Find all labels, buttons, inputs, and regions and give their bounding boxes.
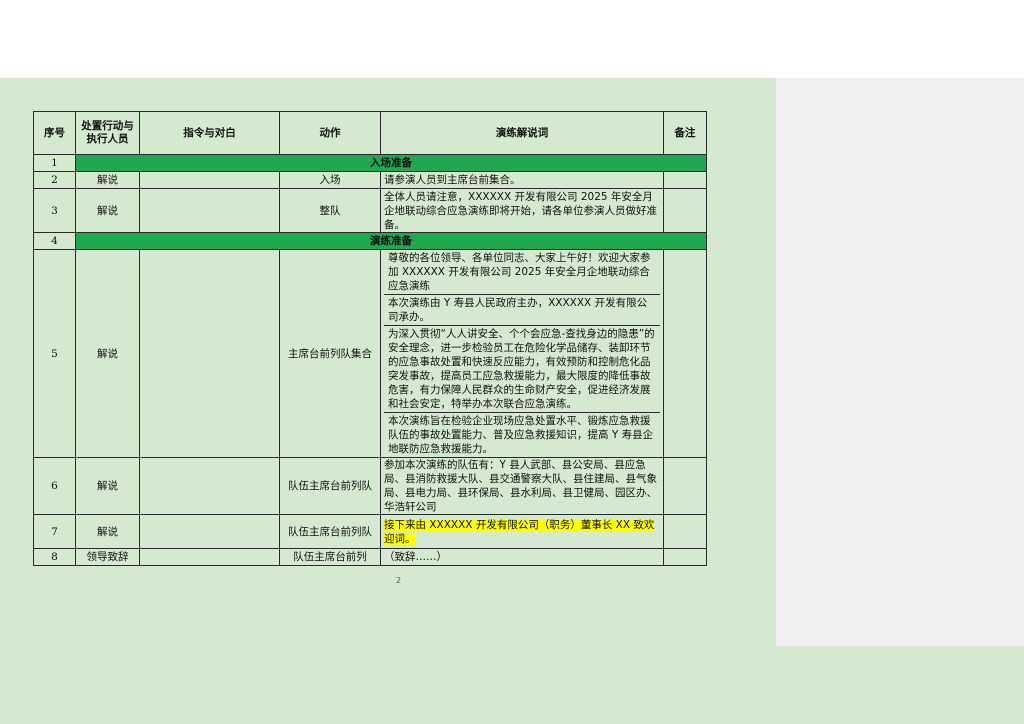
commentary-cell: （致辞……） [380, 548, 664, 566]
command-cell [139, 514, 280, 549]
table-row: 1 入场准备 [33, 154, 707, 172]
actor-cell: 解说 [75, 249, 140, 458]
highlighted-text: 接下来由 XXXXXX 开发有限公司（职务）董事长 XX 致欢迎词。 [384, 518, 655, 545]
action-cell: 队伍主席台前列队 [279, 457, 381, 515]
header-seq: 序号 [33, 111, 76, 155]
header-actor: 处置行动与执行人员 [75, 111, 140, 155]
section-title: 入场准备 [75, 154, 707, 172]
command-cell [139, 548, 280, 566]
seq-cell: 4 [33, 232, 76, 250]
drill-script-table: 序号 处置行动与执行人员 指令与对白 动作 演练解说词 备注 1 入场准备 2 … [33, 111, 707, 566]
seq-cell: 6 [33, 457, 76, 515]
command-cell [139, 171, 280, 189]
header-commentary: 演练解说词 [380, 111, 664, 155]
actor-cell: 解说 [75, 514, 140, 549]
actor-cell: 解说 [75, 457, 140, 515]
action-cell: 队伍主席台前列 [279, 548, 381, 566]
table-row: 2 解说 入场 请参演人员到主席台前集合。 [33, 171, 707, 189]
commentary-paragraph: 为深入贯彻“人人讲安全、个个会应急-查找身边的隐患”的安全理念，进一步检验员工在… [384, 326, 660, 413]
seq-cell: 1 [33, 154, 76, 172]
command-cell [139, 457, 280, 515]
header-command: 指令与对白 [139, 111, 280, 155]
header-remark: 备注 [663, 111, 707, 155]
side-panel [776, 78, 1024, 646]
table-row: 7 解说 队伍主席台前列队 接下来由 XXXXXX 开发有限公司（职务）董事长 … [33, 514, 707, 549]
seq-cell: 3 [33, 188, 76, 233]
remark-cell [663, 514, 707, 549]
seq-cell: 2 [33, 171, 76, 189]
table-row: 5 解说 主席台前列队集合 尊敬的各位领导、各单位同志、大家上午好！欢迎大家参加… [33, 249, 707, 458]
table-row: 4 演练准备 [33, 232, 707, 250]
table-header-row: 序号 处置行动与执行人员 指令与对白 动作 演练解说词 备注 [33, 111, 707, 155]
remark-cell [663, 548, 707, 566]
remark-cell [663, 188, 707, 233]
header-action: 动作 [279, 111, 381, 155]
commentary-cell: 全体人员请注意，XXXXXX 开发有限公司 2025 年安全月企地联动综合应急演… [380, 188, 664, 233]
table-row: 8 领导致辞 队伍主席台前列 （致辞……） [33, 548, 707, 566]
seq-cell: 5 [33, 249, 76, 458]
actor-cell: 解说 [75, 171, 140, 189]
document-page: 序号 处置行动与执行人员 指令与对白 动作 演练解说词 备注 1 入场准备 2 … [0, 78, 776, 646]
remark-cell [663, 249, 707, 458]
actor-cell: 领导致辞 [75, 548, 140, 566]
commentary-cell: 尊敬的各位领导、各单位同志、大家上午好！欢迎大家参加 XXXXXX 开发有限公司… [380, 249, 664, 458]
action-cell: 入场 [279, 171, 381, 189]
action-cell: 整队 [279, 188, 381, 233]
seq-cell: 8 [33, 548, 76, 566]
action-cell: 主席台前列队集合 [279, 249, 381, 458]
commentary-cell: 参加本次演练的队伍有：Y 县人武部、县公安局、县应急局、县消防救援大队、县交通警… [380, 457, 664, 515]
commentary-cell: 请参演人员到主席台前集合。 [380, 171, 664, 189]
commentary-paragraph: 尊敬的各位领导、各单位同志、大家上午好！欢迎大家参加 XXXXXX 开发有限公司… [384, 251, 660, 295]
seq-cell: 7 [33, 514, 76, 549]
document-canvas: 序号 处置行动与执行人员 指令与对白 动作 演练解说词 备注 1 入场准备 2 … [0, 78, 1024, 724]
table-row: 6 解说 队伍主席台前列队 参加本次演练的队伍有：Y 县人武部、县公安局、县应急… [33, 457, 707, 515]
section-title: 演练准备 [75, 232, 707, 250]
action-cell: 队伍主席台前列队 [279, 514, 381, 549]
commentary-cell: 接下来由 XXXXXX 开发有限公司（职务）董事长 XX 致欢迎词。 [380, 514, 664, 549]
remark-cell [663, 457, 707, 515]
table-row: 3 解说 整队 全体人员请注意，XXXXXX 开发有限公司 2025 年安全月企… [33, 188, 707, 233]
remark-cell [663, 171, 707, 189]
actor-cell: 解说 [75, 188, 140, 233]
commentary-paragraph: 本次演练由 Y 寿县人民政府主办，XXXXXX 开发有限公司承办。 [384, 295, 660, 326]
command-cell [139, 249, 280, 458]
commentary-paragraph: 本次演练旨在检验企业现场应急处置水平、锻炼应急救援队伍的事故处置能力、普及应急救… [388, 415, 654, 455]
command-cell [139, 188, 280, 233]
page-number: 2 [396, 576, 402, 585]
